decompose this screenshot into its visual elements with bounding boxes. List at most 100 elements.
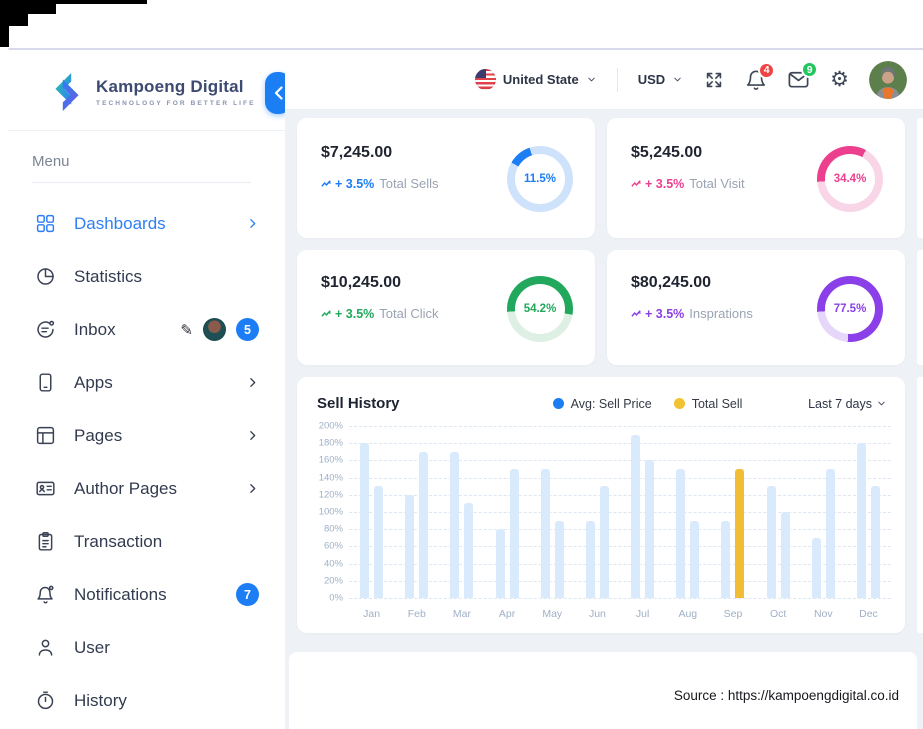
topbar: United State USD 4 9 ⚙ xyxy=(285,50,923,110)
sidebar-item-label: Author Pages xyxy=(74,479,177,499)
sidebar-item-author-pages[interactable]: Author Pages xyxy=(8,462,285,515)
trend-up-icon: + 3.5% xyxy=(321,177,374,191)
sidebar: Kampoeng Digital TECHNOLOGY FOR BETTER L… xyxy=(8,50,285,729)
bar-jul-s0 xyxy=(631,435,640,598)
x-tick-label: Sep xyxy=(710,608,755,620)
bar-group-nov xyxy=(801,426,846,598)
bar-may-s1 xyxy=(555,521,564,598)
bar-feb-s1 xyxy=(419,452,428,598)
x-tick-label: Apr xyxy=(485,608,530,620)
sidebar-item-dashboards[interactable]: Dashboards xyxy=(8,197,285,250)
x-tick-label: Oct xyxy=(756,608,801,620)
bar-nov-s1 xyxy=(826,469,835,598)
donut-percent: 77.5% xyxy=(817,276,883,342)
smartphone-icon xyxy=(34,371,57,394)
main-area: United State USD 4 9 ⚙ xyxy=(285,50,923,729)
donut-gauge: 34.4% xyxy=(817,146,883,212)
sidebar-item-label: Dashboards xyxy=(74,214,166,234)
donut-percent: 11.5% xyxy=(507,146,573,212)
legend-label: Total Sell xyxy=(692,397,743,411)
sidebar-item-inbox[interactable]: Inbox ✎ 5 xyxy=(8,303,285,356)
topbar-divider xyxy=(617,68,618,92)
settings-button[interactable]: ⚙ xyxy=(830,69,849,90)
inbox-count-badge: 5 xyxy=(236,318,259,341)
clipboard-icon xyxy=(34,530,57,553)
messages-badge: 9 xyxy=(801,61,818,78)
layout-icon xyxy=(34,424,57,447)
sidebar-item-transaction[interactable]: Transaction xyxy=(8,515,285,568)
pie-chart-icon xyxy=(34,265,57,288)
range-select[interactable]: Last 7 days xyxy=(808,397,887,411)
trend-up-icon: + 3.5% xyxy=(631,177,684,191)
user-avatar[interactable] xyxy=(869,61,907,99)
x-tick-label: Aug xyxy=(665,608,710,620)
card-delta: + 3.5% xyxy=(645,177,684,191)
sidebar-item-notifications[interactable]: Notifications 7 xyxy=(8,568,285,621)
chevron-down-icon xyxy=(876,398,887,409)
card-label: Insprations xyxy=(689,306,753,321)
y-tick-label: 20% xyxy=(324,575,343,586)
notifications-button[interactable]: 4 xyxy=(745,69,767,91)
bar-jan-s1 xyxy=(374,486,383,598)
bar-group-aug xyxy=(665,426,710,598)
currency-label: USD xyxy=(638,72,665,87)
donut-percent: 54.2% xyxy=(507,276,573,342)
user-icon xyxy=(34,636,57,659)
brand-tagline: TECHNOLOGY FOR BETTER LIFE xyxy=(96,100,256,107)
y-tick-label: 200% xyxy=(319,421,343,432)
bar-group-mar xyxy=(439,426,484,598)
sidebar-item-pages[interactable]: Pages xyxy=(8,409,285,462)
bottom-panel: Source : https://kampoengdigital.co.id xyxy=(289,652,917,729)
y-tick-label: 140% xyxy=(319,472,343,483)
x-tick-label: Feb xyxy=(394,608,439,620)
donut-gauge: 77.5% xyxy=(817,276,883,342)
y-tick-label: 180% xyxy=(319,438,343,449)
bar-nov-s0 xyxy=(812,538,821,598)
pencil-icon: ✎ xyxy=(180,321,193,339)
sidebar-item-label: Pages xyxy=(74,426,122,446)
brand-logo-icon xyxy=(48,72,86,112)
chevron-down-icon xyxy=(672,74,683,85)
highlighted-bar-sep-s1 xyxy=(735,469,744,598)
currency-select[interactable]: USD xyxy=(638,72,683,87)
sidebar-item-label: User xyxy=(74,638,110,658)
country-label: United State xyxy=(503,72,579,87)
bar-group-oct xyxy=(756,426,801,598)
x-tick-label: Jan xyxy=(349,608,394,620)
country-select[interactable]: United State xyxy=(475,69,597,90)
sidebar-item-history[interactable]: History xyxy=(8,674,285,727)
fullscreen-button[interactable] xyxy=(703,69,725,91)
bar-group-sep xyxy=(710,426,755,598)
menu-list: Dashboards Statistics Inbox ✎ 5 Apps xyxy=(8,189,285,727)
y-tick-label: 60% xyxy=(324,541,343,552)
card-label: Total Visit xyxy=(689,176,744,191)
chart-plot-area xyxy=(349,426,891,598)
chart-bars xyxy=(349,426,891,598)
bar-mar-s1 xyxy=(464,503,473,598)
menu-divider xyxy=(32,182,251,183)
gridline xyxy=(349,598,891,599)
card-delta: + 3.5% xyxy=(335,307,374,321)
sidebar-item-statistics[interactable]: Statistics xyxy=(8,250,285,303)
y-tick-label: 0% xyxy=(329,593,343,604)
x-tick-label: Dec xyxy=(846,608,891,620)
legend-total-sell[interactable]: Total Sell xyxy=(674,397,743,411)
chart-x-axis: JanFebMarAprMayJunJulAugSepOctNovDec xyxy=(349,608,891,620)
donut-gauge: 54.2% xyxy=(507,276,573,342)
y-tick-label: 80% xyxy=(324,524,343,535)
bar-group-jul xyxy=(620,426,665,598)
y-tick-label: 160% xyxy=(319,455,343,466)
sidebar-item-apps[interactable]: Apps xyxy=(8,356,285,409)
id-card-icon xyxy=(34,477,57,500)
messages-button[interactable]: 9 xyxy=(787,68,810,91)
bar-may-s0 xyxy=(541,469,550,598)
bar-jan-s0 xyxy=(360,443,369,598)
legend-avg-sell-price[interactable]: Avg: Sell Price xyxy=(553,397,652,411)
stat-card-total-click: $10,245.00 + 3.5% Total Click 54.2% xyxy=(297,250,595,365)
chevron-right-icon xyxy=(246,482,259,495)
y-tick-label: 40% xyxy=(324,558,343,569)
sidebar-item-user[interactable]: User xyxy=(8,621,285,674)
bar-apr-s1 xyxy=(510,469,519,598)
stat-card-insprations: $80,245.00 + 3.5% Insprations 77.5% xyxy=(607,250,905,365)
card-label: Total Sells xyxy=(379,176,438,191)
